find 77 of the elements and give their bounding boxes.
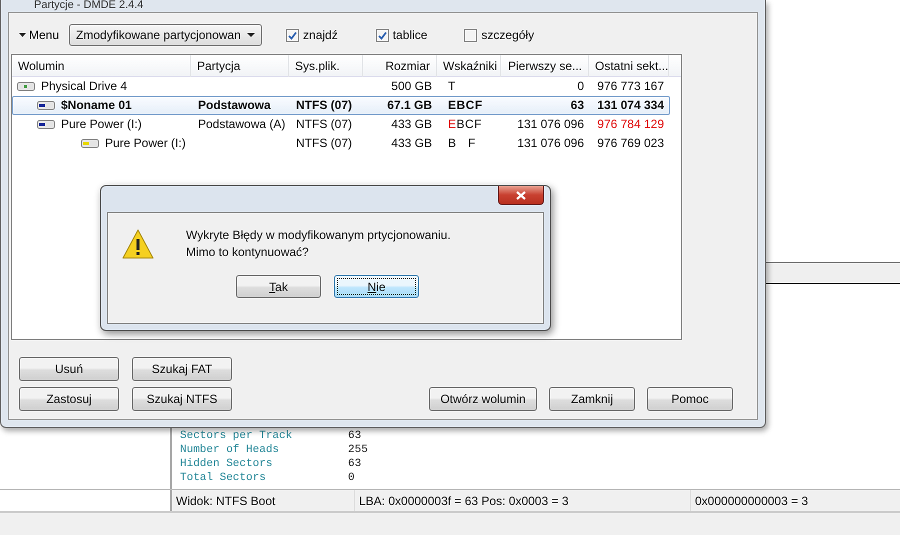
action-button[interactable]: Pomoc — [647, 387, 733, 411]
caret-icon — [247, 33, 256, 37]
field-label: Hidden Sectors — [180, 457, 274, 471]
table-cell: 67.1 GB — [387, 97, 432, 114]
table-cell-text: T — [447, 78, 456, 95]
table-cell: 63 — [570, 97, 584, 114]
table-cell: $Noname 01 — [61, 97, 132, 114]
dialog-button[interactable]: Tak — [236, 275, 321, 298]
dialog-message: Mimo to kontynuować? — [186, 244, 310, 261]
field-label: Number of Heads — [180, 443, 280, 457]
close-button[interactable] — [498, 186, 544, 205]
column-header[interactable]: Pierwszy se... — [501, 55, 589, 77]
checkbox[interactable] — [286, 28, 300, 42]
table-row[interactable]: Pure Power (I:) Podstawowa (A) NTFS (07) 433 GB EBCF 131 076 096 976 784 129 — [12, 115, 670, 134]
table-cell: 500 GB — [391, 78, 432, 95]
table-cell: 976 773 167 — [597, 78, 664, 95]
menu-button[interactable]: Menu — [11, 24, 68, 46]
checkbox-label: znajdź — [303, 28, 338, 42]
table-cell: 131 074 334 — [597, 97, 664, 114]
drive-icon — [81, 139, 99, 148]
table-cell: Pure Power (I:) — [105, 135, 186, 152]
table-cell: 131 076 096 — [517, 135, 584, 152]
action-button[interactable]: Zamknij — [549, 387, 635, 411]
table-cell: 976 784 129 — [597, 116, 664, 133]
table-cell: Podstawowa (A) — [198, 116, 286, 133]
table-row[interactable]: $Noname 01 Podstawowa NTFS (07) 67.1 GB EBCF 63 131 074 334 — [12, 96, 670, 115]
field-value: 63 — [348, 457, 362, 471]
action-button[interactable]: Usuń — [19, 357, 119, 381]
drive-icon — [17, 82, 35, 91]
drive-icon — [37, 120, 55, 129]
drive-icon — [37, 101, 55, 110]
table-cell: 131 076 096 — [517, 116, 584, 133]
table-cell: 0 — [577, 78, 584, 95]
checkbox[interactable] — [464, 28, 478, 42]
status-text: Widok: NTFS Boot — [172, 490, 355, 511]
field-label: Sectors per Track — [180, 429, 294, 443]
field-value: 63 — [348, 429, 362, 443]
column-header[interactable]: Ostatni sekt... — [589, 55, 669, 77]
field-value: 255 — [348, 443, 368, 457]
splitter-bar[interactable] — [765, 262, 900, 284]
warning-icon — [122, 229, 154, 259]
action-button[interactable]: Zastosuj — [19, 387, 119, 411]
column-header[interactable]: Partycja — [191, 55, 289, 77]
table-cell: NTFS (07) — [296, 97, 352, 114]
column-header[interactable]: Wolumin — [12, 55, 191, 77]
action-button[interactable]: Szukaj FAT — [132, 357, 232, 381]
table-cell: NTFS (07) — [296, 116, 352, 133]
window-title: Partycje - DMDE 2.4.4 — [33, 0, 144, 12]
view-dropdown[interactable]: Zmodyfikowane partycjonowan — [69, 24, 262, 46]
column-header[interactable]: Rozmiar — [363, 55, 437, 77]
checkbox[interactable] — [376, 28, 389, 42]
column-header[interactable]: Sys.plik. — [289, 55, 363, 77]
table-cell: Pure Power (I:) — [61, 116, 142, 133]
table-row[interactable]: Physical Drive 4 500 GB T 0 976 773 167 — [12, 77, 670, 96]
column-header[interactable]: Wskaźniki — [437, 55, 501, 77]
close-icon — [516, 190, 526, 200]
checkbox-label: szczegóły — [481, 28, 534, 42]
status-text: LBA: 0x0000003f = 63 Pos: 0x0003 = 3 — [355, 490, 691, 511]
checkbox-label: tablice — [392, 28, 428, 42]
table-cell-text: B F — [447, 135, 476, 152]
field-label: Total Sectors — [180, 471, 267, 485]
table-cell: Podstawowa — [198, 97, 271, 114]
table-cell: NTFS (07) — [296, 135, 352, 152]
table-cell: 976 769 023 — [597, 135, 664, 152]
table-cell-text: EBCF — [447, 116, 482, 133]
table-cell: 433 GB — [391, 116, 432, 133]
caret-icon — [19, 33, 26, 37]
field-value: 0 — [348, 471, 355, 485]
table-row[interactable]: Pure Power (I:) NTFS (07) 433 GB B F 131 076 096 976 769 023 — [12, 134, 670, 153]
action-button[interactable]: Otwórz wolumin — [429, 387, 537, 411]
dialog-button[interactable]: Nie — [334, 275, 419, 298]
table-cell: Physical Drive 4 — [41, 78, 128, 95]
dialog-message: Wykryte Błędy w modyfikowanym prtycjonowaniu. — [186, 227, 451, 244]
status-text: 0x000000000003 = 3 — [694, 493, 810, 510]
action-button[interactable]: Szukaj NTFS — [132, 387, 232, 411]
table-cell: 433 GB — [391, 135, 432, 152]
table-cell-text: EBCF — [447, 97, 483, 114]
